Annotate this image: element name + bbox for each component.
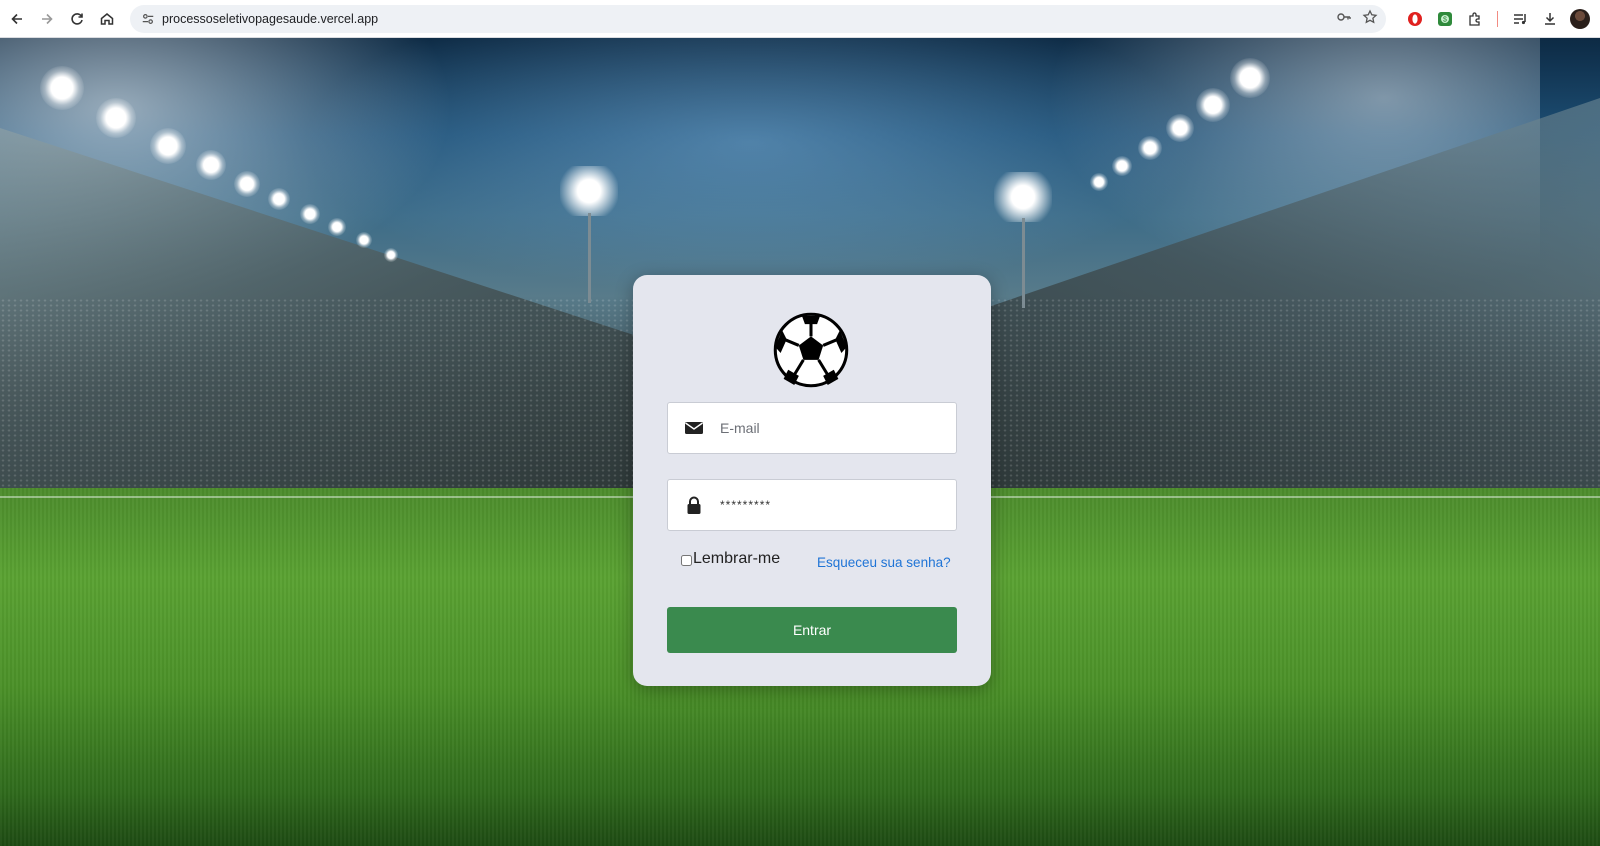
- email-field[interactable]: [667, 402, 957, 454]
- lock-icon: [668, 480, 720, 530]
- email-input[interactable]: [720, 420, 940, 436]
- extensions-area: $: [1403, 0, 1600, 38]
- light-tower-head: [994, 172, 1052, 222]
- site-info-icon[interactable]: [134, 5, 162, 33]
- floodlight: [1112, 156, 1132, 176]
- floodlight: [268, 188, 290, 210]
- remember-me-label: Lembrar-me: [693, 550, 781, 567]
- address-bar[interactable]: processoseletivopagesaude.vercel.app: [130, 5, 1386, 33]
- floodlight: [356, 232, 372, 248]
- light-tower-head: [560, 166, 618, 216]
- floodlight: [150, 128, 186, 164]
- floodlight: [300, 204, 320, 224]
- light-tower-pole: [1022, 218, 1025, 308]
- toolbar-divider: [1497, 11, 1498, 27]
- floodlight: [234, 171, 260, 197]
- soccer-ball-icon: [773, 312, 849, 388]
- password-key-icon[interactable]: [1336, 9, 1352, 30]
- download-icon[interactable]: [1538, 7, 1562, 31]
- avatar: [1570, 9, 1590, 29]
- url-text[interactable]: processoseletivopagesaude.vercel.app: [162, 12, 378, 26]
- floodlight: [1196, 88, 1230, 122]
- floodlight: [1166, 114, 1194, 142]
- svg-text:$: $: [1443, 17, 1447, 24]
- floodlight: [1230, 58, 1270, 98]
- login-button[interactable]: Entrar: [667, 607, 957, 653]
- floodlight: [40, 66, 84, 110]
- password-field[interactable]: [667, 479, 957, 531]
- light-tower-pole: [588, 213, 591, 303]
- login-card: Lembrar-me Esqueceu sua senha? Entrar: [633, 275, 991, 686]
- opera-extension-icon[interactable]: [1403, 7, 1427, 31]
- page-background: Lembrar-me Esqueceu sua senha? Entrar: [0, 38, 1600, 846]
- forgot-password-link[interactable]: Esqueceu sua senha?: [817, 555, 951, 570]
- floodlight: [96, 98, 136, 138]
- bookmark-star-icon[interactable]: [1362, 8, 1378, 30]
- password-input[interactable]: [720, 498, 940, 512]
- floodlight: [196, 150, 226, 180]
- profile-avatar[interactable]: [1568, 7, 1592, 31]
- home-icon[interactable]: [92, 4, 122, 34]
- green-extension-icon[interactable]: $: [1433, 7, 1457, 31]
- floodlight: [1090, 173, 1108, 191]
- floodlight: [384, 248, 398, 262]
- floodlight: [1138, 136, 1162, 160]
- envelope-icon: [668, 403, 720, 453]
- remember-me-checkbox[interactable]: [681, 555, 692, 566]
- back-icon[interactable]: [2, 4, 32, 34]
- nav-buttons: [2, 4, 122, 34]
- forward-icon[interactable]: [32, 4, 62, 34]
- floodlight: [328, 218, 346, 236]
- remember-me[interactable]: Lembrar-me: [681, 550, 780, 568]
- puzzle-extensions-icon[interactable]: [1463, 7, 1487, 31]
- browser-toolbar: processoseletivopagesaude.vercel.app $: [0, 0, 1600, 38]
- reading-list-icon[interactable]: [1508, 7, 1532, 31]
- reload-icon[interactable]: [62, 4, 92, 34]
